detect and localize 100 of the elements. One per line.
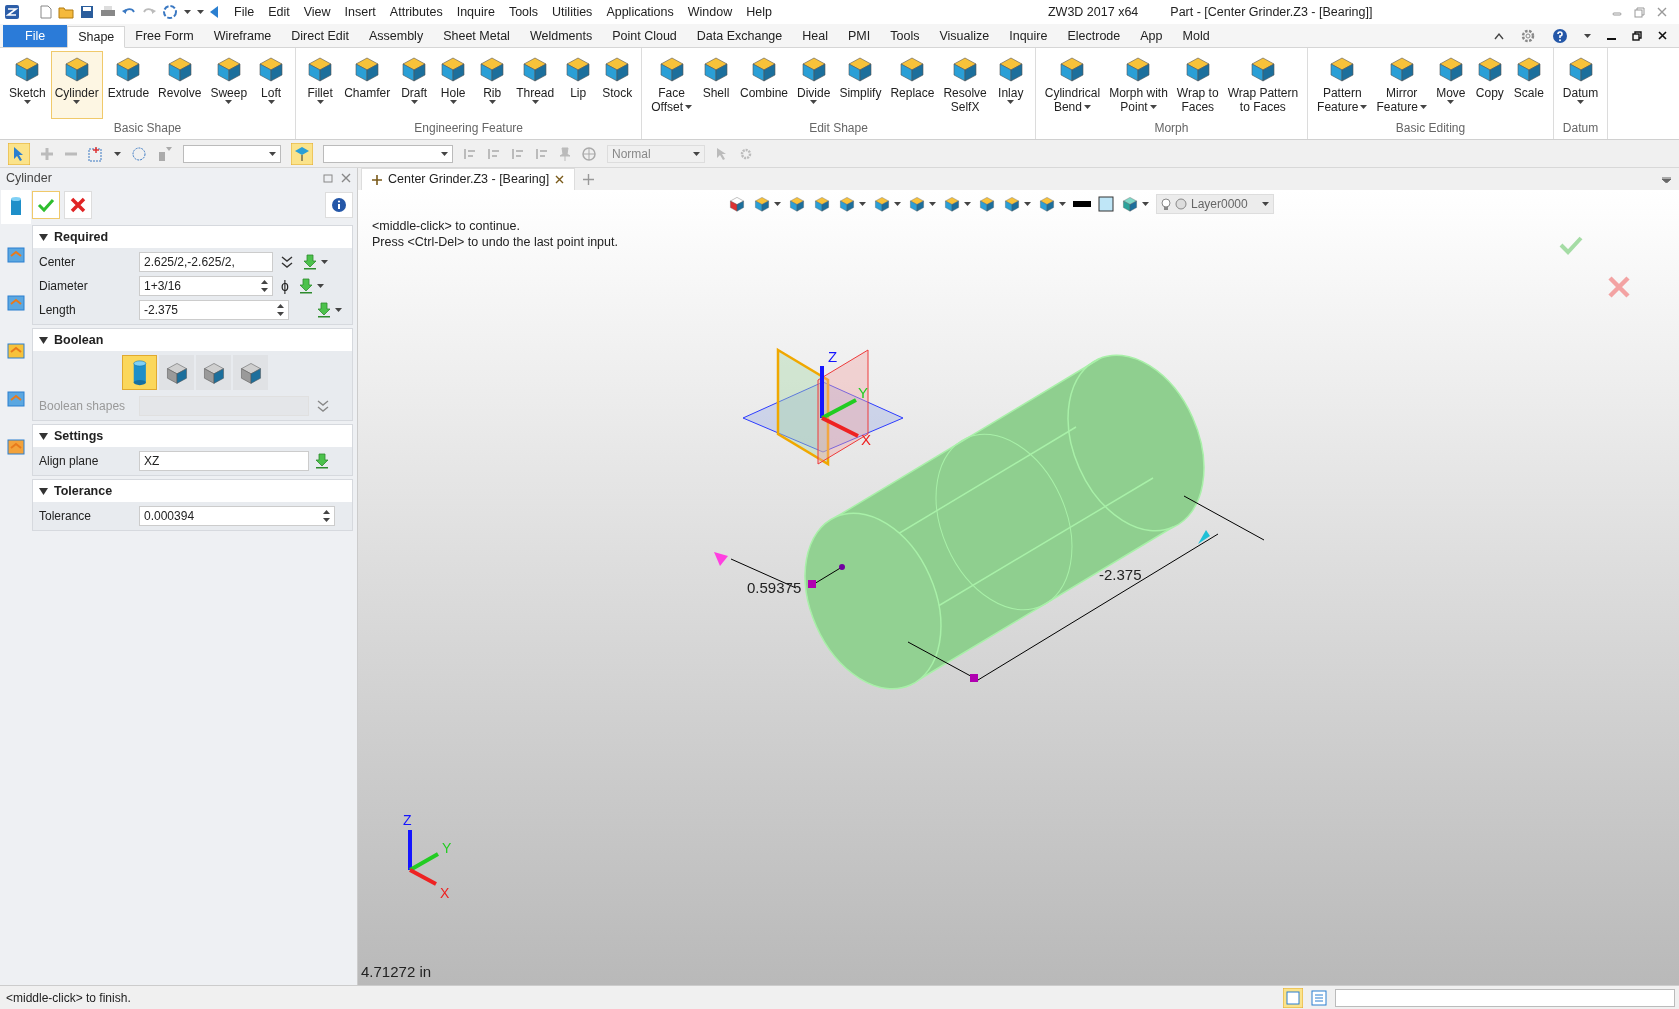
- spin-arrows-icon[interactable]: [261, 280, 268, 292]
- help-icon[interactable]: [1552, 27, 1568, 44]
- line-color-icon[interactable]: [1073, 200, 1091, 208]
- side-tab[interactable]: [1, 190, 31, 224]
- spin-arrows-icon[interactable]: [277, 304, 284, 316]
- ribbon-tool-button[interactable]: Thread: [512, 51, 559, 119]
- menu-item[interactable]: Applications: [606, 2, 674, 22]
- align-icon[interactable]: [463, 146, 477, 161]
- ribbon-tool-button[interactable]: Chamfer: [340, 51, 395, 119]
- ribbon-tab[interactable]: Weldments: [519, 25, 603, 47]
- spin-arrows-icon[interactable]: [323, 510, 330, 522]
- section-header[interactable]: Settings: [33, 425, 352, 447]
- axis-triad-drawing[interactable]: [742, 347, 904, 467]
- printer-icon[interactable]: [100, 5, 116, 19]
- ribbon-tool-button[interactable]: Replace: [886, 51, 939, 119]
- ribbon-tab[interactable]: Wireframe: [203, 25, 282, 47]
- menu-item[interactable]: Insert: [344, 2, 376, 22]
- ribbon-tool-button[interactable]: Move: [1431, 51, 1470, 119]
- ribbon-tab[interactable]: App: [1130, 25, 1173, 47]
- align-icon[interactable]: [511, 146, 525, 161]
- section-header[interactable]: Tolerance: [33, 480, 352, 502]
- save-icon[interactable]: [80, 5, 94, 19]
- align-icon[interactable]: [535, 146, 549, 161]
- ribbon-tool-button[interactable]: Simplify: [835, 51, 886, 119]
- ribbon-tab[interactable]: Assembly: [358, 25, 434, 47]
- ribbon-tool-button[interactable]: Shell: [697, 51, 735, 119]
- command-input-field[interactable]: [1335, 988, 1675, 1007]
- info-button[interactable]: [325, 192, 353, 218]
- ribbon-tab[interactable]: Mold: [1172, 25, 1220, 47]
- pin-icon[interactable]: [559, 146, 571, 161]
- ribbon-tool-button[interactable]: Scale: [1509, 51, 1548, 119]
- ribbon-tab[interactable]: Visualize: [929, 25, 1000, 47]
- double-chevron-icon[interactable]: [281, 255, 293, 269]
- filter-dropdown[interactable]: [183, 144, 281, 163]
- left-triangle-icon[interactable]: [210, 6, 218, 18]
- align-icon[interactable]: [487, 146, 501, 161]
- ribbon-tool-button[interactable]: Face Offset: [647, 51, 696, 119]
- confirm-check-icon[interactable]: [1559, 235, 1583, 255]
- box-select-icon[interactable]: [88, 145, 104, 162]
- input-field[interactable]: 0.000394: [139, 506, 335, 526]
- menu-item[interactable]: Utilities: [552, 2, 593, 22]
- ribbon-tool-button[interactable]: Datum: [1558, 51, 1603, 119]
- ribbon-tool-button[interactable]: Divide: [793, 51, 835, 119]
- ribbon-tab[interactable]: Point Cloud: [602, 25, 687, 47]
- globe-icon[interactable]: [581, 145, 597, 162]
- download-arrow-icon[interactable]: [298, 278, 313, 294]
- ribbon-tool-button[interactable]: Inlay: [991, 51, 1030, 119]
- menu-item[interactable]: Help: [746, 2, 772, 22]
- menu-item[interactable]: Attributes: [389, 2, 443, 22]
- ribbon-tool-button[interactable]: Extrude: [103, 51, 154, 119]
- layer-dropdown[interactable]: Layer0000: [1156, 194, 1274, 214]
- ribbon-tool-button[interactable]: Hole: [434, 51, 473, 119]
- menu-item[interactable]: Window: [687, 2, 733, 22]
- cancel-cross-icon[interactable]: [1607, 275, 1631, 299]
- menu-item[interactable]: Inquire: [456, 2, 495, 22]
- list-icon[interactable]: [1311, 989, 1327, 1006]
- input-field[interactable]: 1+3/16: [139, 276, 273, 296]
- pick-icon[interactable]: [291, 142, 313, 165]
- ribbon-tool-button[interactable]: Revolve: [154, 51, 206, 119]
- ribbon-tool-button[interactable]: Mirror Feature: [1372, 51, 1431, 119]
- menu-item[interactable]: Edit: [268, 2, 290, 22]
- ribbon-tab[interactable]: Direct Edit: [281, 25, 359, 47]
- input-field[interactable]: -2.375: [139, 300, 289, 320]
- gear-icon[interactable]: [739, 146, 753, 161]
- ribbon-tab[interactable]: Heal: [792, 25, 838, 47]
- rotate-icon[interactable]: [162, 4, 178, 20]
- ribbon-tool-button[interactable]: Morph with Point: [1105, 51, 1172, 119]
- ribbon-tool-button[interactable]: Sweep: [206, 51, 252, 119]
- ribbon-tool-button[interactable]: Resolve SelfX: [939, 51, 991, 119]
- new-file-icon[interactable]: [40, 5, 52, 19]
- menu-item[interactable]: Tools: [508, 2, 539, 22]
- plus-icon[interactable]: [40, 146, 54, 161]
- download-arrow-icon[interactable]: [315, 453, 329, 469]
- ribbon-tool-button[interactable]: Wrap Pattern to Faces: [1223, 51, 1303, 119]
- ribbon-tab[interactable]: Data Exchange: [686, 25, 793, 47]
- folder-icon[interactable]: [58, 5, 74, 19]
- ribbon-tab[interactable]: Sheet Metal: [433, 25, 520, 47]
- ribbon-tool-button[interactable]: Pattern Feature: [1313, 51, 1372, 119]
- file-tab[interactable]: File: [3, 25, 68, 47]
- ribbon-tab[interactable]: Tools: [880, 25, 930, 47]
- ribbon-tab[interactable]: Free Form: [125, 25, 204, 47]
- download-arrow-icon[interactable]: [303, 254, 317, 270]
- cylinder-drawing[interactable]: [804, 354, 1205, 690]
- restore-icon[interactable]: [1632, 30, 1642, 41]
- document-tab[interactable]: Center Grinder.Z3 - [Bearing]: [361, 168, 576, 190]
- filter-icon[interactable]: [157, 145, 173, 162]
- ok-button[interactable]: [32, 191, 60, 219]
- close-icon[interactable]: [1658, 31, 1667, 40]
- ribbon-tab[interactable]: Shape: [67, 26, 126, 48]
- ribbon-tool-button[interactable]: Rib: [473, 51, 512, 119]
- ribbon-tool-button[interactable]: Cylinder: [50, 51, 103, 119]
- ribbon-tool-button[interactable]: Copy: [1470, 51, 1509, 119]
- add-tab-icon[interactable]: [583, 174, 595, 185]
- ribbon-tab[interactable]: Inquire: [999, 25, 1058, 47]
- section-header[interactable]: Required: [33, 226, 352, 248]
- ribbon-tool-button[interactable]: Wrap to Faces: [1172, 51, 1223, 119]
- ribbon-tool-button[interactable]: Stock: [598, 51, 637, 119]
- select-pointer-icon[interactable]: [8, 142, 30, 165]
- caret-icon[interactable]: [1662, 177, 1671, 183]
- ribbon-tab[interactable]: Electrode: [1057, 25, 1131, 47]
